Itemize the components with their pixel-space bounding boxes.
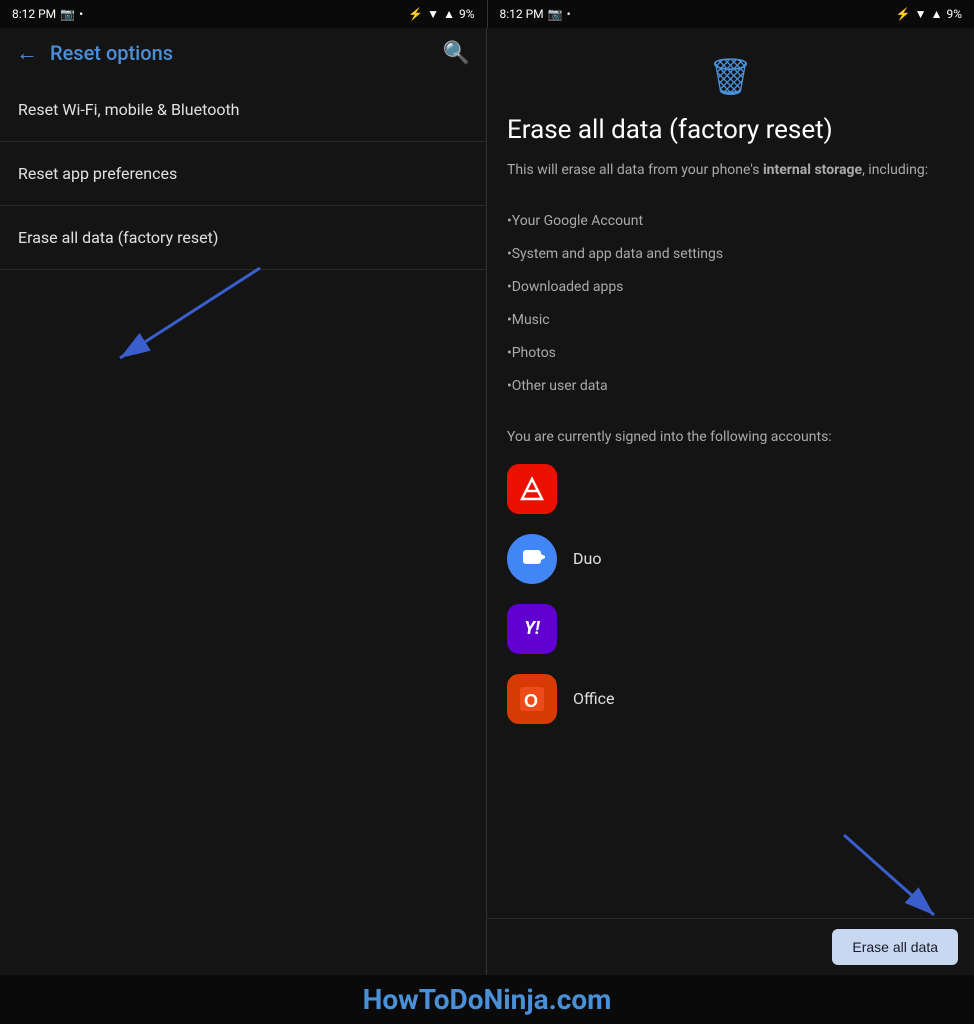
menu-item-app-prefs[interactable]: Reset app preferences bbox=[0, 142, 486, 206]
right-wifi-icon: ▼ bbox=[915, 7, 927, 21]
account-row-yahoo: Y! bbox=[507, 604, 954, 654]
accounts-section: You are currently signed into the follow… bbox=[507, 427, 954, 724]
data-item-photos: •Photos bbox=[507, 337, 954, 370]
right-signal-icon: ▲ bbox=[931, 7, 943, 21]
right-camera-icon: 📷 bbox=[548, 7, 563, 21]
data-item-apps: •Downloaded apps bbox=[507, 271, 954, 304]
bluetooth-icon: ⚡ bbox=[408, 7, 423, 21]
adobe-icon bbox=[507, 464, 557, 514]
menu-list: Reset Wi-Fi, mobile & Bluetooth Reset ap… bbox=[0, 78, 486, 270]
accounts-text: You are currently signed into the follow… bbox=[507, 427, 954, 448]
data-item-system: •System and app data and settings bbox=[507, 238, 954, 271]
data-item-music: •Music bbox=[507, 304, 954, 337]
right-time: 8:12 PM bbox=[500, 7, 544, 21]
trash-icon: 🗑 bbox=[708, 56, 754, 98]
menu-item-factory-reset[interactable]: Erase all data (factory reset) bbox=[0, 206, 486, 270]
footer-text: HowToDoNinja.com bbox=[363, 983, 612, 1016]
duo-label: Duo bbox=[573, 549, 601, 568]
right-bluetooth-icon: ⚡ bbox=[896, 7, 911, 21]
wifi-icon: ▼ bbox=[427, 7, 439, 21]
footer: HowToDoNinja.com bbox=[0, 975, 974, 1024]
data-item-google: •Your Google Account bbox=[507, 205, 954, 238]
account-row-office: O Office bbox=[507, 674, 954, 724]
data-items-list: •Your Google Account •System and app dat… bbox=[507, 205, 954, 403]
office-icon: O bbox=[507, 674, 557, 724]
erase-all-data-button[interactable]: Erase all data bbox=[832, 929, 958, 965]
right-status-bar: 8:12 PM 📷 • ⚡ ▼ ▲ 9% bbox=[488, 0, 974, 28]
left-panel: ← Reset options 🔍 Reset Wi-Fi, mobile & … bbox=[0, 28, 487, 975]
search-button[interactable]: 🔍 bbox=[443, 41, 470, 66]
left-panel-title: Reset options bbox=[50, 41, 173, 65]
annotation-arrow-left bbox=[100, 258, 300, 388]
right-dot-indicator: • bbox=[567, 7, 571, 21]
left-header: ← Reset options 🔍 bbox=[0, 28, 486, 78]
camera-icon: 📷 bbox=[60, 7, 75, 21]
dot-indicator: • bbox=[79, 7, 83, 21]
bottom-action-bar: Erase all data bbox=[487, 918, 974, 975]
erase-description: This will erase all data from your phone… bbox=[507, 160, 954, 181]
data-item-other: •Other user data bbox=[507, 370, 954, 403]
right-panel: 🗑 Erase all data (factory reset) This wi… bbox=[487, 28, 974, 975]
menu-item-wifi[interactable]: Reset Wi-Fi, mobile & Bluetooth bbox=[0, 78, 486, 142]
erase-title: Erase all data (factory reset) bbox=[507, 114, 954, 148]
duo-icon bbox=[507, 534, 557, 584]
back-button[interactable]: ← bbox=[16, 40, 38, 66]
left-status-bar: 8:12 PM 📷 • ⚡ ▼ ▲ 9% bbox=[0, 0, 487, 28]
right-battery: 9% bbox=[946, 7, 962, 21]
left-time: 8:12 PM bbox=[12, 7, 56, 21]
svg-text:O: O bbox=[524, 691, 538, 711]
office-label: Office bbox=[573, 689, 615, 708]
signal-icon: ▲ bbox=[443, 7, 455, 21]
yahoo-icon: Y! bbox=[507, 604, 557, 654]
battery-left: 9% bbox=[459, 7, 475, 21]
account-row-duo: Duo bbox=[507, 534, 954, 584]
account-row-adobe bbox=[507, 464, 954, 514]
